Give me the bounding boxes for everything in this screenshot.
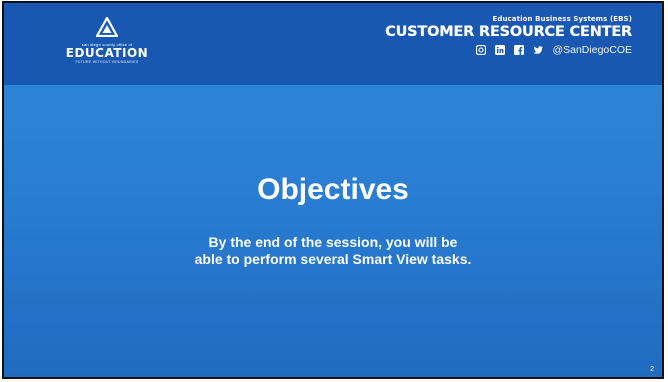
logo-org-big: EDUCATION xyxy=(65,46,149,60)
slide-page-number: 2 xyxy=(650,366,654,373)
customer-resource-center-block: Education Business Systems (EBS) CUSTOME… xyxy=(385,15,632,56)
linkedin-icon[interactable] xyxy=(495,45,506,55)
social-handle[interactable]: @SanDiegoCOE xyxy=(552,44,632,56)
slide-header: san diego county office of EDUCATION FUT… xyxy=(4,3,662,85)
social-links: @SanDiegoCOE xyxy=(385,44,632,56)
slide-body: By the end of the session, you will be a… xyxy=(4,234,662,268)
slide-title: Objectives xyxy=(257,173,409,206)
facebook-icon[interactable] xyxy=(514,45,525,55)
twitter-icon[interactable] xyxy=(533,45,544,55)
presentation-slide: san diego county office of EDUCATION FUT… xyxy=(2,1,664,379)
sdcoe-logo: san diego county office of EDUCATION FUT… xyxy=(62,17,152,77)
triangle-logo-icon xyxy=(96,17,118,37)
instagram-icon[interactable] xyxy=(476,45,487,55)
logo-tagline: FUTURE WITHOUT BOUNDARIES xyxy=(75,60,139,64)
slide-body-line-1: By the end of the session, you will be xyxy=(208,234,458,250)
crc-subtitle: Education Business Systems (EBS) xyxy=(492,15,632,23)
crc-title: CUSTOMER RESOURCE CENTER xyxy=(385,24,632,40)
slide-body-line-2: able to perform several Smart View tasks… xyxy=(194,251,472,267)
